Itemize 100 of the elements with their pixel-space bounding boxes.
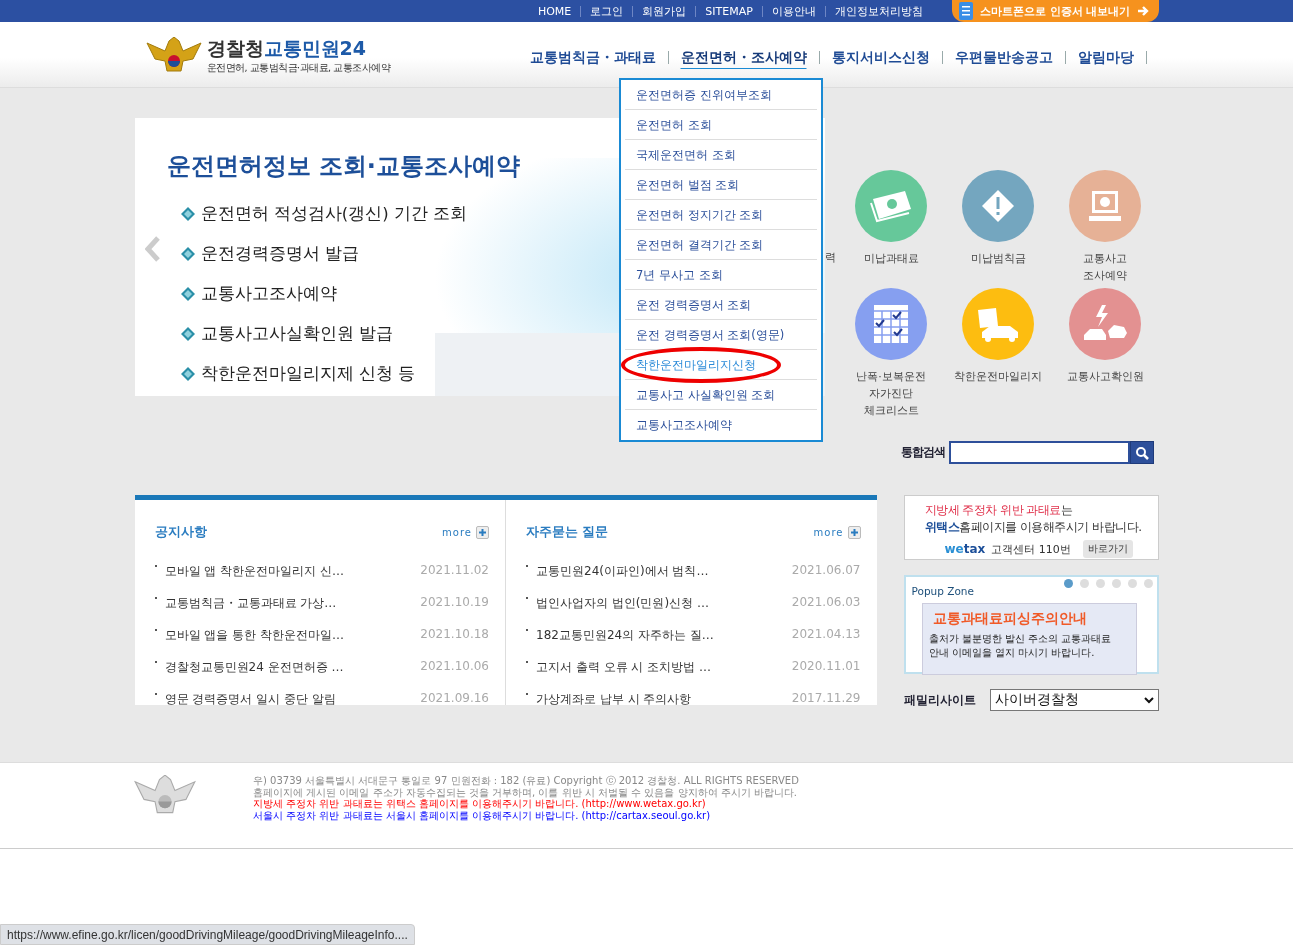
footer-text: 우) 03739 서울특별시 서대문구 통일로 97 민원전화 : 182 (유료) Copyright ⓒ 2012 경찰청. ALL RIGHTS RESERVED <box>253 775 799 787</box>
top-link[interactable]: 회원가입 <box>632 5 696 17</box>
slide-dot[interactable] <box>1127 579 1137 588</box>
dropdown-menu-item[interactable]: 운전면허 벌점 조회 <box>625 170 817 200</box>
board-post-link[interactable]: 182교통민원24의 자주하는 질… <box>526 627 714 659</box>
footer-text: 서울시 주정차 위반 과태료는 서울시 홈페이지를 이용해주시기 바랍니다. (http://cartax.seoul.go.kr) <box>253 809 712 821</box>
board-post-link[interactable]: 모바일 앱 착한운전마일리지 신… <box>154 563 344 595</box>
board-post-link[interactable]: 영문 경력증명서 일시 중단 알림 <box>154 691 336 705</box>
board-title: 공지사항 <box>154 524 207 541</box>
more-link[interactable]: more <box>813 526 861 539</box>
nav-menu-item[interactable]: 우편물반송공고 <box>942 50 1066 64</box>
quick-link-label[interactable]: 교통사고 조사예약 <box>1083 250 1127 284</box>
diamond-icon <box>180 247 195 261</box>
post-date: 2017.11.29 <box>791 691 861 705</box>
post-date: 2021.04.13 <box>791 627 861 643</box>
nav-menu-item[interactable]: 교통범칙금・과태료 <box>517 50 669 64</box>
plus-icon <box>847 526 861 539</box>
board-post-link[interactable]: 고지서 출력 오류 시 조치방법 … <box>526 659 712 691</box>
emblem-icon <box>133 775 197 815</box>
slide-dot[interactable] <box>1143 579 1153 588</box>
wetax-notice-line: 지방세 주정차 위반 과태료는 <box>924 502 1074 519</box>
post-date: 2021.06.07 <box>791 563 861 579</box>
dropdown-menu-item[interactable]: 운전 경력증명서 조회 <box>625 290 817 320</box>
banner-item: 교통사고사실확인원 발급 <box>200 323 393 345</box>
search-label: 통합검색 <box>900 444 945 461</box>
calendar-icon <box>874 305 908 343</box>
call-center-text: 고객센터 110번 <box>991 541 1071 557</box>
more-link[interactable]: more <box>442 526 489 539</box>
search-icon <box>1134 445 1149 460</box>
board-post-link[interactable]: 경찰청교통민원24 운전면허증 … <box>154 659 344 691</box>
dropdown-menu-item[interactable]: 운전 경력증명서 조회(영문) <box>625 320 817 350</box>
board-post-link[interactable]: 가상계좌로 납부 시 주의사항 <box>526 691 692 705</box>
dropdown-menu-item[interactable]: 교통사고조사예약 <box>625 410 817 440</box>
chevron-left-icon[interactable] <box>144 236 161 262</box>
site-title[interactable]: 경찰청교통민원24 <box>206 35 391 62</box>
post-date: 2021.10.19 <box>420 595 489 611</box>
nav-menu-item[interactable]: 통지서비스신청 <box>819 50 943 64</box>
phone-icon <box>957 2 974 20</box>
board-post-link[interactable]: 교통민원24(이파인)에서 범칙… <box>526 563 709 595</box>
diamond-icon <box>180 327 195 341</box>
board-title: 자주묻는 질문 <box>526 524 609 541</box>
dropdown-menu-item[interactable]: 운전면허 정지기간 조회 <box>625 200 817 230</box>
wetax-logo: wetax <box>944 542 986 556</box>
search-field[interactable] <box>948 441 1130 464</box>
family-site-label: 패밀리사이트 <box>903 691 976 709</box>
dropdown-menu-item[interactable]: 7년 무사고 조회 <box>625 260 817 290</box>
nav-menu-item[interactable]: 운전면허・조사예약 <box>668 50 820 64</box>
quick-link-label[interactable]: 미납과태료 <box>863 250 919 267</box>
top-link[interactable]: 개인정보처리방침 <box>824 5 932 17</box>
popup-zone-label: Popup Zone <box>911 585 974 597</box>
nav-menu-item[interactable]: 알림마당 <box>1065 50 1147 64</box>
popup-text: 출처가 불분명한 발신 주소의 교통과태료 안내 이메일을 열지 마시기 바랍니다. <box>928 632 1113 660</box>
dropdown-menu-item[interactable]: 교통사고 사실확인원 조회 <box>625 380 817 410</box>
top-link[interactable]: 이용안내 <box>761 5 825 17</box>
top-link[interactable]: 로그인 <box>580 5 633 17</box>
slide-dot[interactable] <box>1111 579 1121 588</box>
dropdown-menu-item[interactable]: 운전면허 결격기간 조회 <box>625 230 817 260</box>
search-button[interactable] <box>1129 441 1154 464</box>
emblem-icon <box>144 37 203 73</box>
wetax-notice-line: 위택스홈페이지를 이용해주시기 바랍니다. <box>924 519 1143 536</box>
diamond-icon <box>180 207 195 221</box>
status-url: https://www.efine.go.kr/licen/goodDrivingMileage/goodDrivingMileageInfo.... <box>0 924 415 945</box>
board-post-link[interactable]: 모바일 앱을 통한 착한운전마일… <box>154 627 344 659</box>
top-link[interactable]: HOME <box>528 5 581 17</box>
chevron-down-icon <box>1143 696 1154 704</box>
arrow-right-icon <box>1136 5 1149 17</box>
quick-link-label[interactable]: 교통사고확인원 <box>1066 368 1144 385</box>
banner-item: 운전면허 적성검사(갱신) 기간 조회 <box>200 203 468 225</box>
go-button[interactable]: 바로가기 <box>1082 540 1133 558</box>
board-post-link[interactable]: 교통범칙금・교통과태료 가상… <box>154 595 337 627</box>
site-subtitle: 운전면허, 교통범칙금·과태료, 교통조사예약 <box>206 61 391 75</box>
diamond-icon <box>180 367 195 381</box>
dropdown-menu-item[interactable]: 국제운전면허 조회 <box>625 140 817 170</box>
quick-link-label[interactable]: 착한운전마일리지 <box>954 368 1042 385</box>
footer-text: 지방세 주정차 위반 과태료는 위택스 홈페이지를 이용해주시기 바랍니다. (http://www.wetax.go.kr) <box>253 798 707 810</box>
dropdown-menu-item[interactable]: 운전면허증 진위여부조회 <box>625 80 817 110</box>
slide-dot[interactable] <box>1079 579 1089 588</box>
banner-title: 운전면허정보 조회·교통조사예약 <box>166 151 521 182</box>
car-icon <box>976 306 1020 342</box>
diamond-icon <box>180 287 195 301</box>
top-link[interactable]: SITEMAP <box>695 5 762 17</box>
slide-dot[interactable] <box>1063 579 1073 588</box>
computer-icon <box>1088 189 1122 223</box>
board-post-link[interactable]: 법인사업자의 법인(민원)신청 … <box>526 595 709 627</box>
family-site-select[interactable]: 사이버경찰청 <box>989 689 1159 711</box>
warning-icon <box>981 189 1015 223</box>
quick-link-label[interactable]: 난폭·보복운전 자가진단 체크리스트 <box>856 368 926 419</box>
post-date: 2021.11.02 <box>420 563 489 579</box>
post-date: 2021.10.06 <box>420 659 489 675</box>
banner-item: 운전경력증명서 발급 <box>200 243 359 265</box>
quick-link-label[interactable]: 미납범칙금 <box>970 250 1026 267</box>
post-date: 2020.11.01 <box>791 659 861 675</box>
slide-dot[interactable] <box>1095 579 1105 588</box>
banknote-icon <box>869 189 913 223</box>
popup-title: 교통과태료피싱주의안내 <box>932 610 1088 628</box>
car-crash-icon <box>1082 305 1128 343</box>
dropdown-menu-item[interactable]: 운전면허 조회 <box>625 110 817 140</box>
popup-card[interactable]: 교통과태료피싱주의안내 출처가 불분명한 발신 주소의 교통과태료 안내 이메일을 열지 마시기 바랍니다. <box>921 603 1137 675</box>
wetax-banner[interactable]: 지방세 주정차 위반 과태료는 위택스홈페이지를 이용해주시기 바랍니다. wetax 고객센터 110번 바로가기 <box>903 495 1159 560</box>
quick-link-label: 력 <box>824 250 836 265</box>
